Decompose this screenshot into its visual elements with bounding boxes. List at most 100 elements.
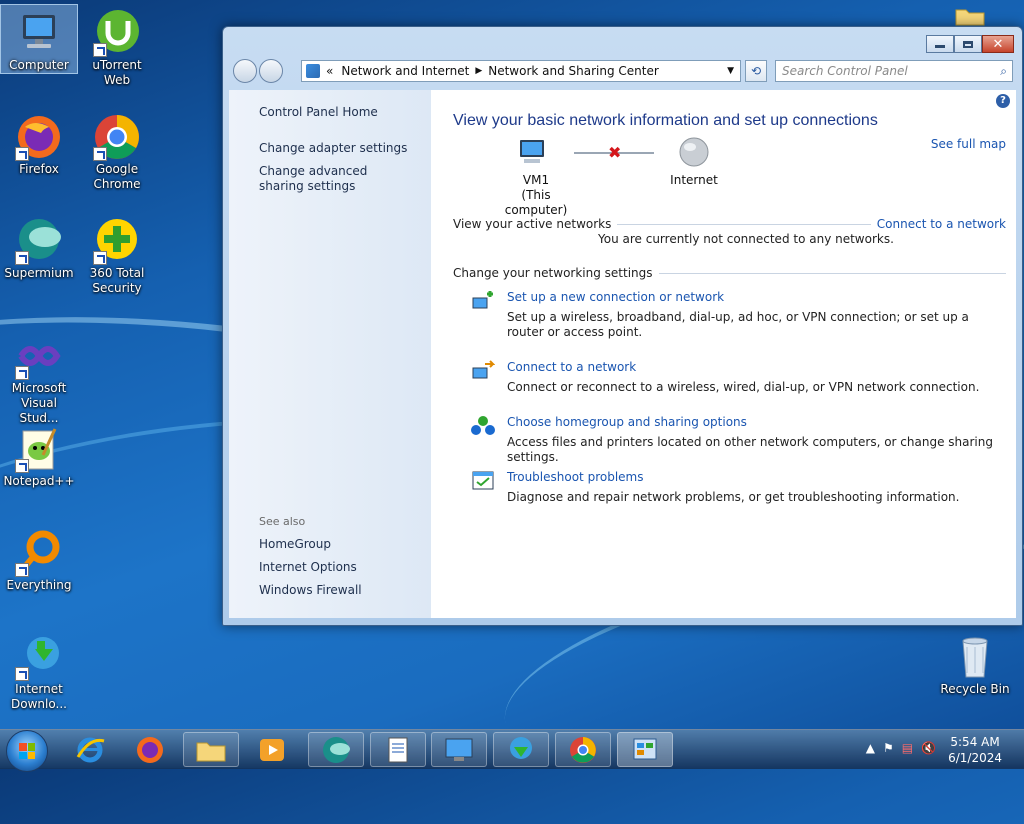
control-panel-icon: [306, 64, 320, 78]
media-player-icon: [260, 738, 284, 761]
task-description: Connect or reconnect to a wireless, wire…: [507, 380, 980, 394]
desktop-icon-label: Computer: [9, 58, 69, 72]
taskbar-download-manager[interactable]: [493, 732, 549, 767]
page-title: View your basic network information and …: [453, 112, 878, 129]
window-content: Control Panel Home Change adapter settin…: [229, 90, 1016, 618]
taskbar-file-explorer[interactable]: [183, 732, 239, 767]
volume-muted-icon[interactable]: 🔇: [921, 741, 936, 755]
folder-icon[interactable]: [955, 6, 985, 26]
troubleshoot-link[interactable]: Troubleshoot problems: [507, 470, 643, 484]
disconnected-x-icon[interactable]: ✖: [608, 143, 621, 162]
desktop-icon-chrome[interactable]: Google Chrome: [79, 109, 155, 192]
folder-icon: [196, 742, 226, 761]
chevron-right-icon: ▶: [475, 66, 483, 76]
desktop-icon-computer[interactable]: Computer: [0, 4, 78, 74]
visual-studio-icon: [15, 332, 63, 380]
breadcrumb-network-and-internet[interactable]: Network and Internet: [341, 64, 469, 78]
homegroup-icon: [471, 415, 495, 437]
taskbar-supermium[interactable]: [308, 732, 364, 767]
left-pane: Control Panel Home Change adapter settin…: [229, 90, 431, 618]
task-description: Access files and printers located on oth…: [507, 435, 993, 464]
connect-network-link[interactable]: Connect to a network: [507, 360, 636, 374]
breadcrumb-overflow[interactable]: «: [326, 64, 333, 78]
globe-icon: [679, 137, 709, 170]
internet-options-link[interactable]: Internet Options: [259, 560, 357, 575]
change-advanced-sharing-link[interactable]: Change advanced sharing settings: [259, 164, 409, 194]
firefox-icon: [15, 113, 63, 161]
internet-explorer-icon: [76, 737, 105, 762]
desktop-icon-firefox[interactable]: Firefox: [1, 109, 77, 177]
see-also-heading: See also: [259, 515, 306, 528]
search-placeholder: Search Control Panel: [782, 64, 908, 78]
network-sharing-center-window[interactable]: ✕ « Network and Internet ▶ Network and S…: [222, 26, 1023, 626]
system-tray: ▲ ⚑ ▤ 🔇: [866, 741, 936, 755]
desktop-icon-visual-studio[interactable]: Microsoft Visual Stud...: [1, 328, 77, 426]
windows-logo-icon: [19, 743, 35, 759]
security-shield-icon: [93, 217, 141, 265]
new-connection-icon: [471, 290, 495, 312]
desktop-icon-label: Microsoft Visual Stud...: [11, 381, 67, 425]
taskbar-clock[interactable]: 5:54 AM 6/1/2024: [948, 734, 1002, 766]
search-icon[interactable]: ⌕: [1000, 64, 1007, 79]
taskbar: ▲ ⚑ ▤ 🔇 5:54 AM 6/1/2024: [0, 729, 1024, 772]
internet-label: Internet: [670, 173, 718, 187]
desktop-icon-recycle-bin[interactable]: Recycle Bin: [937, 629, 1013, 697]
chrome-icon: [570, 736, 596, 763]
chevron-down-icon[interactable]: ▼: [727, 66, 734, 76]
homegroup-link[interactable]: HomeGroup: [259, 537, 331, 552]
network-disconnected-icon[interactable]: ▤: [902, 741, 913, 755]
taskbar-internet-explorer[interactable]: [62, 732, 118, 767]
see-full-map-link[interactable]: See full map: [931, 137, 1006, 151]
desktop-icon-label: Everything: [6, 578, 72, 592]
taskbar-notepad[interactable]: [370, 732, 426, 767]
back-button[interactable]: [233, 59, 257, 83]
desktop-icon-label: Firefox: [19, 162, 59, 176]
desktop-icon-internet-download-manager[interactable]: Internet Downlo...: [1, 629, 77, 712]
computer-subtitle: (This computer): [504, 188, 568, 217]
desktop-icon-label: uTorrent Web: [92, 58, 142, 87]
refresh-icon: ⟲: [750, 64, 762, 78]
control-panel-home-link[interactable]: Control Panel Home: [259, 105, 378, 120]
monitor-icon: [445, 738, 473, 761]
supermium-icon: [323, 736, 350, 763]
homegroup-sharing-link[interactable]: Choose homegroup and sharing options: [507, 415, 747, 429]
utorrent-icon: [93, 9, 141, 57]
taskbar-chrome[interactable]: [555, 732, 611, 767]
setup-connection-link[interactable]: Set up a new connection or network: [507, 290, 724, 304]
desktop-icon-supermium[interactable]: Supermium: [1, 213, 77, 281]
computer-map-icon: [516, 138, 550, 169]
close-button[interactable]: ✕: [982, 35, 1014, 53]
desktop-icon-360-security[interactable]: 360 Total Security: [79, 213, 155, 296]
supermium-icon: [15, 217, 63, 265]
forward-button[interactable]: [259, 59, 283, 83]
computer-icon: [15, 9, 63, 57]
desktop-icon-notepadpp[interactable]: Notepad++: [1, 421, 77, 489]
taskbar-control-panel[interactable]: [617, 732, 673, 767]
chrome-icon: [93, 113, 141, 161]
address-bar[interactable]: « Network and Internet ▶ Network and Sha…: [301, 60, 741, 82]
desktop-icon-utorrent[interactable]: uTorrent Web: [79, 5, 155, 88]
taskbar-firefox[interactable]: [122, 732, 178, 767]
clock-time: 5:54 AM: [950, 735, 1000, 749]
computer-name: VM1: [522, 173, 550, 187]
clock-date: 6/1/2024: [948, 751, 1002, 765]
main-pane: View your basic network information and …: [453, 90, 1006, 618]
breadcrumb-network-sharing-center[interactable]: Network and Sharing Center: [488, 64, 659, 78]
refresh-button[interactable]: ⟲: [745, 60, 767, 82]
start-button[interactable]: [6, 730, 48, 772]
download-manager-icon: [15, 633, 63, 681]
connect-to-network-link[interactable]: Connect to a network: [877, 217, 1006, 231]
window-caption-buttons: ✕: [926, 35, 1014, 53]
taskbar-media-player[interactable]: [244, 732, 300, 767]
desktop-icon-label: Google Chrome: [93, 162, 141, 191]
action-center-flag-icon[interactable]: ⚑: [883, 741, 894, 755]
taskbar-remote-desktop[interactable]: [431, 732, 487, 767]
desktop-icon-label: Internet Downlo...: [11, 682, 67, 711]
minimize-button[interactable]: [926, 35, 954, 53]
windows-firewall-link[interactable]: Windows Firewall: [259, 583, 362, 598]
change-adapter-settings-link[interactable]: Change adapter settings: [259, 141, 419, 156]
desktop-icon-everything[interactable]: Everything: [1, 525, 77, 593]
search-input[interactable]: Search Control Panel ⌕: [775, 60, 1013, 82]
maximize-button[interactable]: [954, 35, 982, 53]
show-hidden-icons-icon[interactable]: ▲: [866, 741, 875, 755]
